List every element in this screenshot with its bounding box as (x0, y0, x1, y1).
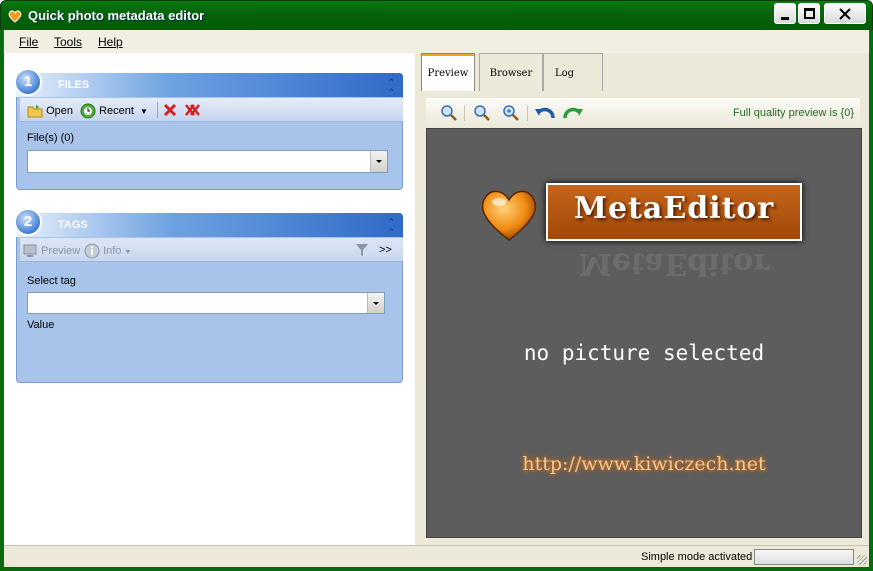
open-folder-icon (27, 105, 43, 118)
status-text: Simple mode activated (641, 551, 753, 563)
close-icon (839, 8, 851, 20)
remove-all-icon[interactable] (184, 102, 200, 118)
step-badge-1: 1 (14, 68, 42, 96)
open-label: Open (46, 104, 73, 117)
tags-panel: TAGS ⌃ ⌃ 2 Preview Info ▼ >> Select tag V… (14, 208, 403, 383)
menu-help[interactable]: Help (98, 35, 123, 49)
tag-preview-button[interactable]: Preview (22, 243, 80, 259)
collapse-icon[interactable]: ⌃ ⌃ (387, 78, 395, 98)
tag-preview-label: Preview (41, 244, 81, 257)
select-tag-label: Select tag (27, 275, 76, 287)
filter-icon[interactable] (354, 242, 370, 258)
preview-area: MetaEditor MetaEditor no picture selecte… (426, 128, 862, 538)
info-icon (84, 243, 100, 259)
more-button[interactable]: >> (379, 244, 392, 256)
collapse-icon[interactable]: ⌃ ⌃ (387, 218, 395, 238)
left-pane: FILES ⌃ ⌃ 1 Open Recent ▼ File(s) (0) TA… (4, 53, 415, 545)
tab-browser[interactable]: Browser (479, 53, 543, 91)
close-button[interactable] (824, 3, 866, 24)
resize-grip[interactable] (857, 555, 867, 565)
minimize-button[interactable] (774, 3, 796, 24)
chevron-down-icon[interactable] (367, 293, 384, 313)
chevron-down-icon[interactable] (370, 151, 387, 172)
info-button[interactable]: Info ▼ (84, 243, 131, 259)
menu-file[interactable]: File (19, 35, 38, 49)
select-tag-combo[interactable] (27, 292, 385, 314)
recent-label: Recent (99, 104, 134, 117)
files-combo[interactable] (27, 150, 388, 173)
recent-button[interactable]: Recent ▼ (80, 103, 148, 119)
menu-bar: File Tools Help (3, 30, 870, 53)
files-panel-title: FILES (58, 79, 90, 91)
menu-tools[interactable]: Tools (54, 35, 82, 49)
chevron-down-icon: ▼ (139, 106, 148, 116)
rotate-left-icon[interactable] (534, 104, 556, 122)
status-bar: Simple mode activated (4, 545, 869, 567)
metaeditor-logo: MetaEditor (546, 183, 802, 241)
monitor-icon (23, 244, 37, 257)
zoom-actual-icon[interactable] (473, 104, 491, 122)
logo-reflection: MetaEditor (578, 246, 770, 281)
remove-icon[interactable] (162, 102, 178, 118)
rotate-right-icon[interactable] (562, 104, 584, 122)
preview-toolbar: Full quality preview is {0} (426, 98, 860, 128)
zoom-fit-icon[interactable] (440, 104, 458, 122)
open-button[interactable]: Open (27, 103, 73, 119)
files-panel: FILES ⌃ ⌃ 1 Open Recent ▼ File(s) (0) (14, 68, 403, 190)
tab-log[interactable]: Log (543, 53, 603, 91)
tags-panel-title: TAGS (58, 219, 88, 231)
tab-preview[interactable]: Preview (421, 53, 475, 91)
zoom-in-icon[interactable] (502, 104, 520, 122)
progress-bar (754, 549, 854, 565)
files-toolbar: Open Recent ▼ (20, 98, 403, 122)
step-badge-2: 2 (14, 208, 42, 236)
title-bar[interactable]: Quick photo metadata editor (0, 0, 873, 30)
no-picture-message: no picture selected (523, 341, 765, 365)
files-count-label: File(s) (0) (27, 132, 75, 144)
chevron-down-icon: ▼ (124, 248, 132, 256)
maximize-button[interactable] (798, 3, 820, 24)
window-title: Quick photo metadata editor (28, 8, 205, 23)
recent-icon (80, 103, 96, 119)
tags-panel-header[interactable]: TAGS ⌃ ⌃ (16, 213, 403, 238)
website-url: http://www.kiwiczech.net (522, 453, 766, 475)
logo-text: MetaEditor (573, 191, 775, 226)
files-panel-header[interactable]: FILES ⌃ ⌃ (16, 73, 403, 98)
info-label: Info (103, 244, 122, 257)
tags-toolbar: Preview Info ▼ >> (20, 238, 403, 262)
preview-quality-text: Full quality preview is {0} (732, 107, 854, 119)
heart-app-icon (8, 10, 22, 23)
value-label: Value (27, 319, 55, 331)
heart-logo-icon (481, 190, 537, 241)
